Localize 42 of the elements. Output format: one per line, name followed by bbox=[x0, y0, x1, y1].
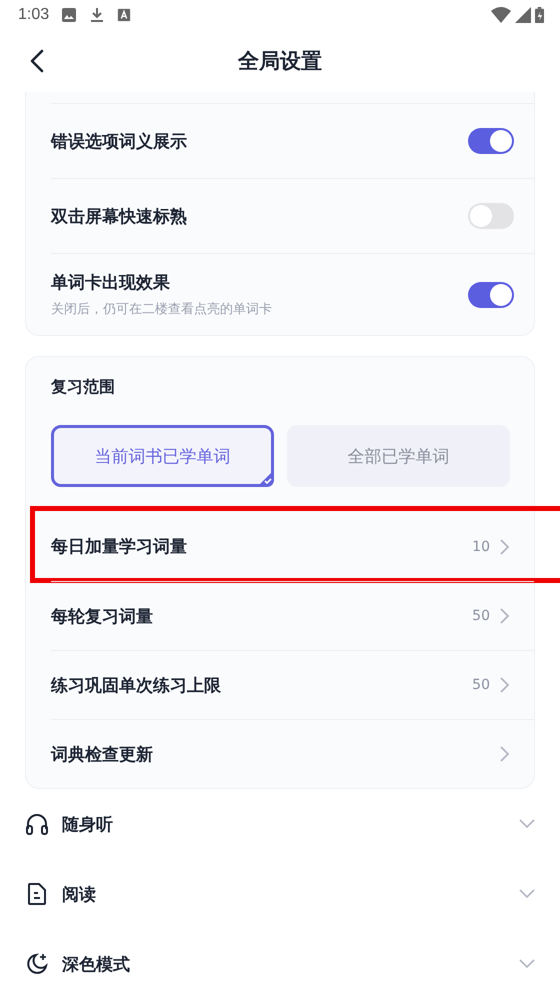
section-header[interactable]: 阅读 bbox=[0, 859, 560, 929]
font-icon bbox=[117, 8, 132, 22]
option-button[interactable]: 当前词书已学单词 bbox=[51, 425, 274, 487]
chevron-right-icon bbox=[498, 607, 510, 625]
signal-icon bbox=[515, 7, 531, 23]
check-icon bbox=[257, 470, 274, 487]
setting-description: 关闭后，仍可在二楼查看点亮的单词卡 bbox=[51, 301, 272, 318]
chevron-right-icon bbox=[498, 538, 510, 556]
setting-label: 双击屏幕快速标熟 bbox=[51, 206, 187, 228]
setting-label: 单词卡出现效果 bbox=[51, 272, 171, 294]
section-header[interactable]: 随身听 bbox=[0, 789, 560, 859]
setting-label: 每日加量学习词量 bbox=[51, 536, 187, 558]
moon-icon bbox=[25, 952, 49, 976]
download-icon bbox=[89, 7, 106, 23]
chevron-right-icon bbox=[498, 745, 510, 763]
document-icon bbox=[25, 882, 49, 906]
status-time: 1:03 bbox=[18, 6, 50, 24]
section-label: 阅读 bbox=[62, 884, 96, 906]
settings-row[interactable]: 每日加量学习词量 10 bbox=[51, 512, 534, 581]
toggle-switch[interactable] bbox=[468, 282, 514, 308]
setting-label: 练习巩固单次练习上限 bbox=[51, 674, 221, 696]
section-header[interactable]: 深色模式 bbox=[0, 929, 560, 995]
settings-row[interactable]: 每轮复习词量 50 bbox=[51, 581, 534, 650]
image-icon bbox=[61, 7, 78, 23]
section-title: 复习范围 bbox=[51, 376, 116, 398]
wifi-icon bbox=[491, 7, 511, 23]
section-label: 随身听 bbox=[62, 814, 113, 836]
page-title: 全局设置 bbox=[238, 48, 322, 75]
setting-value: 50 bbox=[472, 677, 490, 693]
setting-value: 10 bbox=[472, 538, 490, 554]
setting-value: 50 bbox=[472, 608, 490, 624]
chevron-right-icon bbox=[498, 676, 510, 694]
setting-label: 词典检查更新 bbox=[51, 744, 153, 766]
battery-icon bbox=[535, 6, 544, 24]
headphones-icon bbox=[25, 812, 49, 836]
section-label: 深色模式 bbox=[62, 954, 130, 976]
setting-label: 每轮复习词量 bbox=[51, 606, 153, 628]
toggle-switch[interactable] bbox=[468, 128, 514, 154]
setting-label: 错误选项词义展示 bbox=[51, 130, 187, 152]
settings-row[interactable]: 词典检查更新 bbox=[51, 719, 534, 788]
toggle-switch[interactable] bbox=[468, 203, 514, 229]
settings-row[interactable]: 练习巩固单次练习上限 50 bbox=[51, 650, 534, 719]
